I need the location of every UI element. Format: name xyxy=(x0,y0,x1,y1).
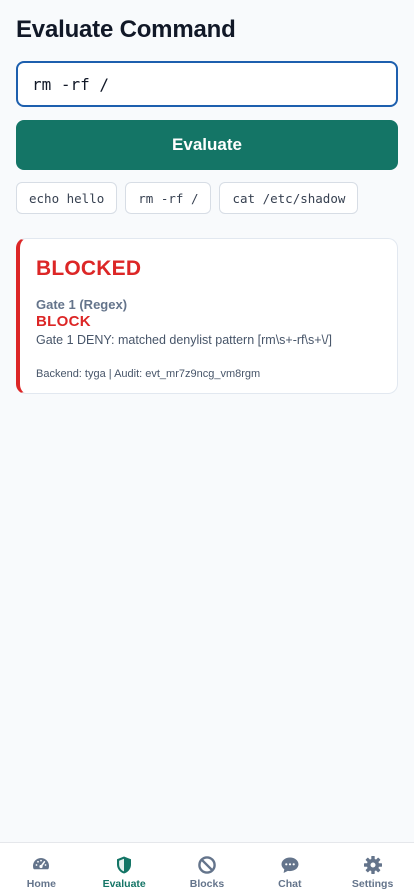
page-title: Evaluate Command xyxy=(16,16,236,43)
verdict-label: BLOCKED xyxy=(36,257,142,280)
nav-item-blocks[interactable]: Blocks xyxy=(166,843,248,890)
nav-label-chat: Chat xyxy=(278,878,302,890)
gate-name: Gate 1 (Regex) xyxy=(36,297,128,312)
bottom-nav: Home Evaluate Blocks Chat Settings xyxy=(0,842,414,896)
gear-icon xyxy=(362,854,384,876)
nav-item-chat[interactable]: Chat xyxy=(249,843,331,890)
command-input[interactable] xyxy=(16,61,398,107)
nav-item-evaluate[interactable]: Evaluate xyxy=(83,843,165,890)
nav-label-evaluate: Evaluate xyxy=(102,878,146,890)
chat-bubble-icon xyxy=(279,854,301,876)
gate-detail: Gate 1 DENY: matched denylist pattern [r… xyxy=(36,333,332,347)
shield-icon xyxy=(113,854,135,876)
nav-item-settings[interactable]: Settings xyxy=(332,843,414,890)
example-commands: echo hello rm -rf / cat /etc/shadow xyxy=(16,182,359,214)
nav-label-home: Home xyxy=(26,878,56,890)
ban-icon xyxy=(196,854,218,876)
nav-label-settings: Settings xyxy=(351,878,394,890)
nav-item-home[interactable]: Home xyxy=(0,843,82,890)
evaluate-button[interactable]: Evaluate xyxy=(16,120,398,170)
nav-label-blocks: Blocks xyxy=(189,878,225,890)
result-meta: Backend: tyga | Audit: evt_mr7z9ncg_vm8r… xyxy=(36,368,261,380)
example-chip-rm-rf[interactable]: rm -rf / xyxy=(125,182,212,214)
gauge-icon xyxy=(30,854,52,876)
gate-result: BLOCK xyxy=(36,313,91,330)
example-chip-cat-shadow[interactable]: cat /etc/shadow xyxy=(219,182,359,214)
result-card: BLOCKED Gate 1 (Regex) BLOCK Gate 1 DENY… xyxy=(16,238,398,394)
example-chip-echo-hello[interactable]: echo hello xyxy=(16,182,118,214)
